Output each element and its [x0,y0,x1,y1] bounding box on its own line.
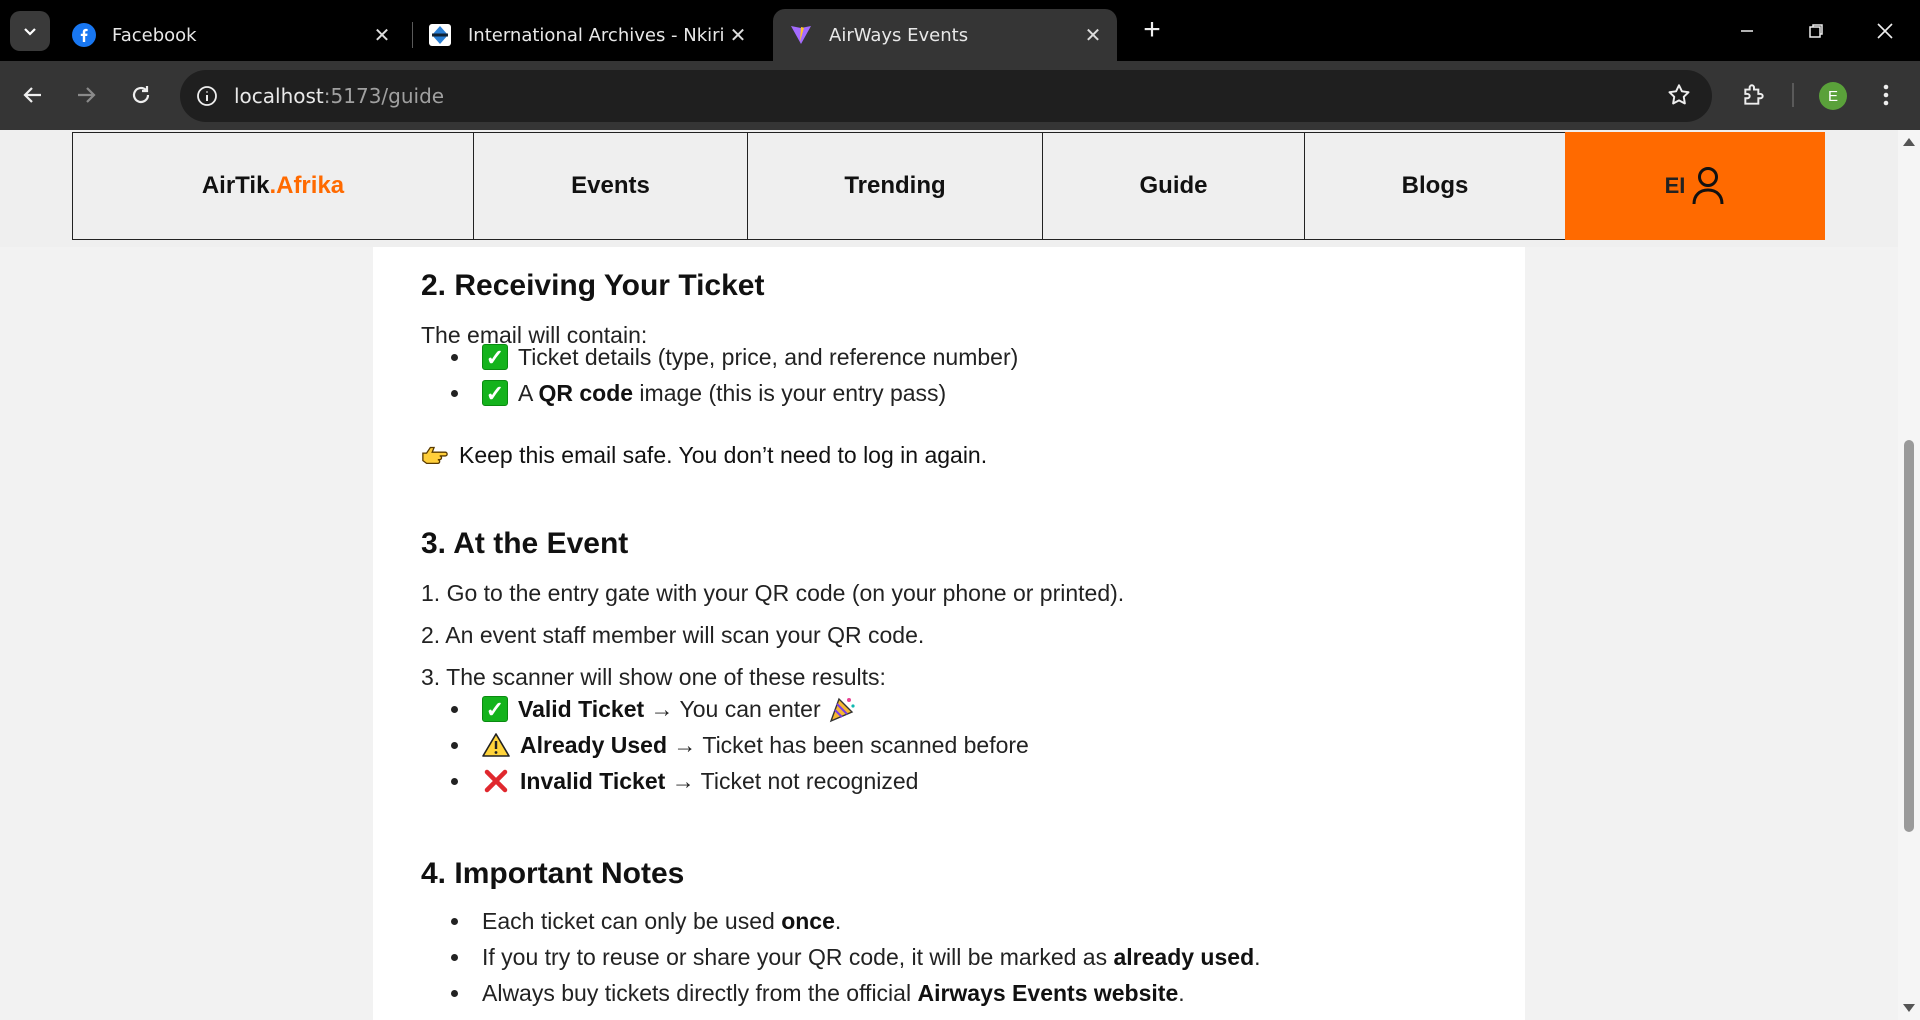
nav-guide[interactable]: Guide [1042,132,1305,240]
tab-facebook[interactable]: Facebook ✕ [56,9,406,61]
site-header: AirTik .Afrika Events Trending Guide Blog… [0,130,1898,247]
chevron-down-icon [24,28,36,36]
warning-icon [482,731,510,759]
tab-title: Facebook [112,24,197,46]
list-item: Invalid Ticket → Ticket not recognized [451,763,1029,799]
scroll-down-icon[interactable] [1903,1004,1915,1012]
list-item: 1. Go to the entry gate with your QR cod… [421,579,1125,606]
site-info-icon[interactable] [180,70,234,122]
back-button[interactable] [13,75,53,115]
url-host: localhost [234,84,324,108]
forward-button[interactable] [66,75,106,115]
user-account-button[interactable]: EI [1565,132,1825,240]
more-vertical-icon [1883,84,1889,106]
event-steps-list: 1. Go to the entry gate with your QR cod… [421,572,1124,698]
close-icon[interactable]: ✕ [724,21,752,49]
tab-search-button[interactable] [10,11,50,51]
guide-content: 2. Receiving Your Ticket The email will … [373,247,1525,1020]
section-heading-at-event: 3. At the Event [421,527,629,560]
user-initials: EI [1664,173,1686,198]
arrow-right-icon [78,87,96,103]
facebook-icon [72,23,96,47]
close-window-button[interactable] [1851,0,1919,61]
profile-avatar[interactable]: E [1819,82,1847,110]
url-text[interactable]: localhost:5173/guide [234,84,444,108]
list-item: Each ticket can only be used once. [451,903,1261,939]
puzzle-icon [1744,84,1764,105]
scrollbar-thumb[interactable] [1904,440,1914,832]
bookmark-star-icon[interactable] [1666,82,1692,113]
restore-button[interactable] [1782,0,1850,61]
minimize-button[interactable] [1713,0,1781,61]
reload-button[interactable] [121,75,161,115]
new-tab-button[interactable]: + [1132,12,1172,48]
browser-toolbar: localhost:5173/guide E [0,61,1920,130]
scroll-up-icon[interactable] [1903,138,1915,146]
section-heading-receiving: 2. Receiving Your Ticket [421,269,765,302]
nav-trending[interactable]: Trending [747,132,1043,240]
list-item: If you try to reuse or share your QR cod… [451,939,1261,975]
party-popper-icon [829,697,855,723]
list-item: Already Used → Ticket has been scanned b… [451,727,1029,763]
tab-title: International Archives - Nkiri [468,24,724,46]
section-heading-notes: 4. Important Notes [421,857,685,890]
tab-title: AirWays Events [829,24,969,46]
brand-accent: .Afrika [269,172,345,199]
close-icon[interactable]: ✕ [368,21,396,49]
toolbar-divider [1792,83,1794,107]
tab-nkiri[interactable]: International Archives - Nkiri ✕ [412,9,762,61]
browser-menu-button[interactable] [1868,77,1904,113]
user-icon [1692,167,1724,205]
reload-icon [132,86,150,104]
browser-tab-strip: Facebook ✕ International Archives - Nkir… [0,0,1920,61]
list-item: Always buy tickets directly from the off… [451,975,1261,1011]
page-viewport: AirTik .Afrika Events Trending Guide Blog… [0,130,1920,1020]
check-mark-icon: ✓ [482,380,508,406]
address-bar[interactable]: localhost:5173/guide [180,70,1712,122]
minimize-icon [1741,29,1753,32]
list-item: ✓ Ticket details (type, price, and refere… [451,339,1018,375]
nkiri-icon [428,23,452,47]
check-mark-icon: ✓ [482,696,508,722]
list-item: ✓ A QR code image (this is your entry pas… [451,375,1018,411]
important-notes-list: Each ticket can only be used once. If yo… [451,903,1261,1011]
email-contents-list: ✓ Ticket details (type, price, and refere… [451,339,1018,411]
restore-icon [1809,23,1823,38]
close-icon [1877,22,1893,39]
nav-blogs[interactable]: Blogs [1304,132,1566,240]
keep-email-note: Keep this email safe. You don’t need to … [421,441,987,469]
page-scrollbar[interactable] [1898,130,1920,1020]
scan-results-list: ✓ Valid Ticket → You can enter Already Us… [451,691,1029,799]
list-item: ✓ Valid Ticket → You can enter [451,691,1029,727]
cross-mark-icon [482,767,510,795]
nav-events[interactable]: Events [473,132,748,240]
brand-main: AirTik [201,172,270,199]
arrow-left-icon [23,87,41,103]
close-icon[interactable]: ✕ [1079,21,1107,49]
check-mark-icon: ✓ [482,344,508,370]
vite-icon [789,23,813,47]
brand-logo[interactable]: AirTik .Afrika [72,132,474,240]
list-item: 2. An event staff member will scan your … [421,621,925,648]
extensions-button[interactable] [1736,77,1772,113]
url-path: :5173/guide [323,84,445,108]
pointing-hand-icon [421,441,449,469]
tab-airways-events[interactable]: AirWays Events ✕ [773,9,1117,61]
